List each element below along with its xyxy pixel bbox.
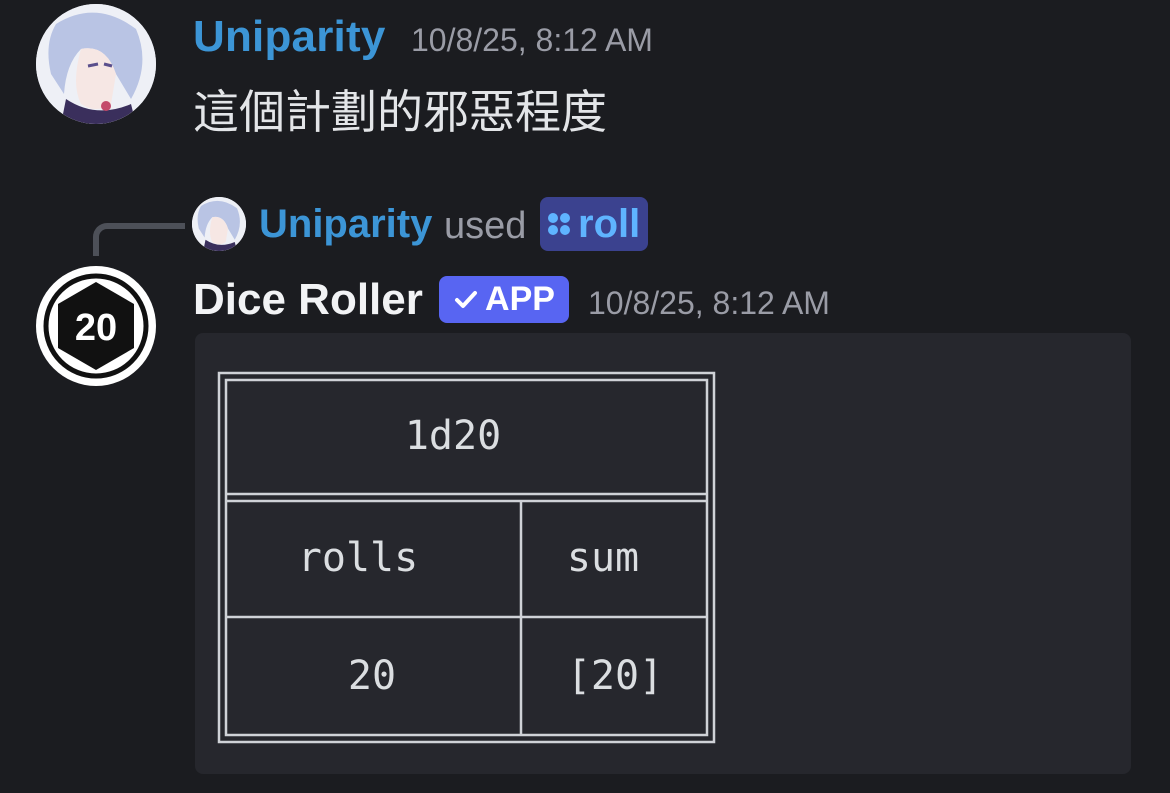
app-badge-label: APP bbox=[485, 280, 555, 318]
avatar-image bbox=[192, 197, 246, 251]
table-title: 1d20 bbox=[405, 413, 501, 459]
interaction-username[interactable]: Uniparity bbox=[259, 202, 432, 247]
message-uniparity: Uniparity 10/8/25, 8:12 AM 這個計劃的邪惡程度 bbox=[0, 0, 1170, 150]
bot-avatar-number: 20 bbox=[75, 307, 117, 349]
bot-message-timestamp: 10/8/25, 8:12 AM bbox=[588, 285, 830, 321]
table-cell-rolls: 20 bbox=[348, 653, 396, 699]
command-icon bbox=[548, 213, 570, 235]
reply-connector bbox=[93, 223, 185, 256]
message-username[interactable]: Uniparity bbox=[193, 12, 386, 62]
user-avatar[interactable] bbox=[36, 4, 156, 124]
table-header-sum: sum bbox=[567, 535, 639, 581]
check-icon bbox=[455, 290, 478, 308]
command-chip[interactable]: roll bbox=[540, 197, 649, 251]
bot-username[interactable]: Dice Roller bbox=[193, 275, 423, 325]
avatar-image bbox=[36, 4, 156, 124]
app-badge: APP bbox=[439, 276, 569, 323]
message-timestamp: 10/8/25, 8:12 AM bbox=[411, 22, 653, 58]
interaction-used-label: used bbox=[444, 205, 527, 247]
bot-avatar[interactable]: 20 bbox=[36, 266, 156, 386]
command-name: roll bbox=[578, 201, 641, 246]
message-content: 這個計劃的邪惡程度 bbox=[193, 85, 607, 139]
interaction-user-avatar[interactable] bbox=[192, 197, 246, 251]
result-table: 1d20 rolls sum 20 [20] bbox=[217, 371, 716, 744]
table-header-rolls: rolls bbox=[298, 535, 418, 581]
code-block: 1d20 rolls sum 20 [20] bbox=[195, 333, 1131, 774]
d20-icon: 20 bbox=[38, 268, 154, 384]
table-cell-sum: [20] bbox=[567, 653, 663, 699]
